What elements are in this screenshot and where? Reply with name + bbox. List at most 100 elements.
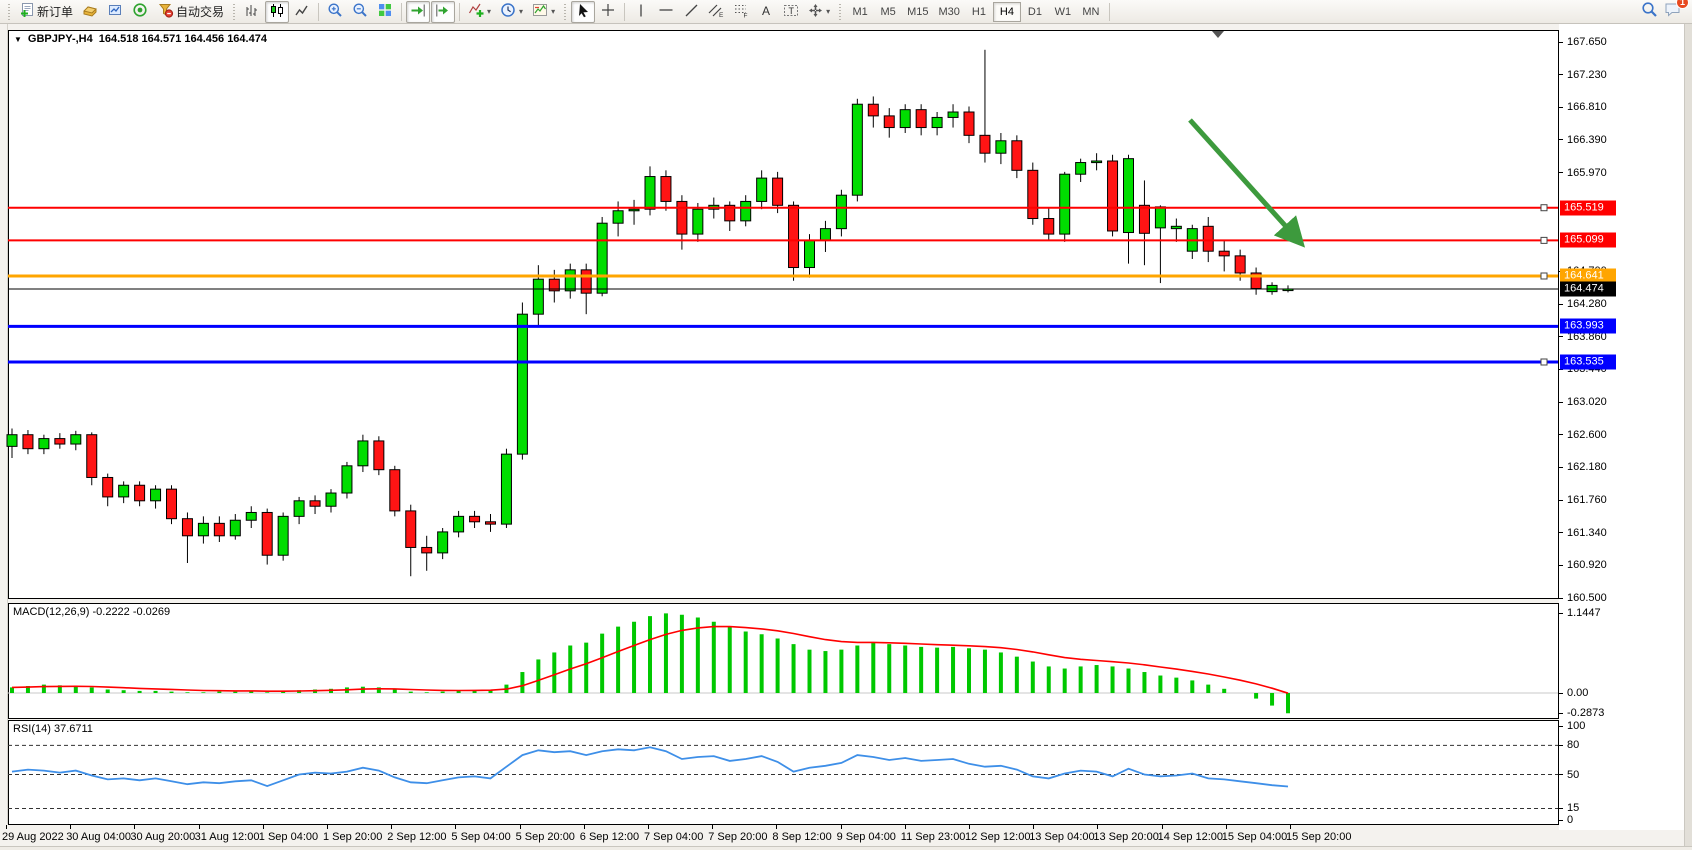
toolbar-grip[interactable] [563,4,567,20]
time-label-15-Sep-04-00: 15 Sep 04:00 [1222,831,1287,843]
new-order-button[interactable]: 新订单 [15,1,77,23]
timeframe-W1[interactable]: W1 [1049,2,1077,22]
axis-tick-mark [1559,745,1563,746]
time-label-31-Aug-12-00: 31 Aug 12:00 [195,831,260,843]
axis-tick-163.020: 163.020 [1567,396,1607,408]
timeframe-M15[interactable]: M15 [902,2,933,22]
horizontal-line-icon [658,4,674,19]
svg-text:F: F [744,13,748,19]
chart-symbol-timeframe: GBPJPY-,H4 [28,33,93,45]
zoom-in-button[interactable] [323,1,347,23]
templates-button[interactable]: ▾ [528,1,559,23]
toolbar-grip[interactable] [838,4,842,20]
arrows-shapes-icon [808,3,823,21]
equidistant-channel-tool-button[interactable]: E [704,1,728,23]
new-order-label: 新订单 [37,3,73,20]
market-watch-button[interactable] [103,1,127,23]
profiles-button[interactable] [78,1,102,23]
vertical-line-tool-button[interactable] [629,1,653,23]
axis-tick-mark [1559,598,1563,599]
auto-scroll-button[interactable] [406,1,430,23]
text-label-tool-button[interactable]: T [779,1,803,23]
profiles-icon [82,2,98,21]
axis-tick-mark [1559,74,1563,75]
crosshair-tool-button[interactable] [596,1,620,23]
timeframe-M30[interactable]: M30 [934,2,965,22]
time-tick-mark [520,825,521,829]
axis-tick-160.500: 160.500 [1567,592,1607,604]
arrows-dropdown-caret[interactable]: ▾ [826,7,830,16]
chart-shift-marker[interactable] [1212,31,1224,38]
axis-tick-mark [1559,42,1563,43]
axis-tick-164.280: 164.280 [1567,298,1607,310]
time-tick-mark [455,825,456,829]
toolbar-grip[interactable] [7,4,11,20]
price-chart-canvas[interactable] [8,30,1559,599]
arrows-tool-button[interactable]: ▾ [804,1,834,23]
cursor-tool-button[interactable] [571,1,595,23]
text-tool-button[interactable]: A [754,1,778,23]
axis-tick-mark [1559,402,1563,403]
market-watch-icon [107,2,123,21]
hline-163.535[interactable] [8,359,1558,365]
auto-trading-button[interactable]: 自动交易 [153,1,228,23]
crosshair-icon [600,2,616,21]
time-label-7-Sep-20-00: 7 Sep 20:00 [708,831,767,843]
timeframe-H1[interactable]: H1 [965,2,993,22]
axis-tick-161.760: 161.760 [1567,494,1607,506]
rsi-chart-canvas[interactable] [8,720,1559,825]
time-label-13-Sep-20-00: 13 Sep 20:00 [1093,831,1158,843]
window-right-edge [1684,24,1692,850]
axis-tick-mark [1559,107,1563,108]
trendline-tool-button[interactable] [679,1,703,23]
time-label-6-Sep-12-00: 6 Sep 12:00 [580,831,639,843]
time-tick-mark [776,825,777,829]
line-chart-button[interactable] [290,1,314,23]
time-tick-mark [1033,825,1034,829]
trend-arrow-annotation[interactable] [1190,120,1300,242]
hline-164.641[interactable] [8,273,1558,279]
horizontal-line-tool-button[interactable] [654,1,678,23]
chart-title-collapse-icon[interactable]: ▼ [14,35,22,44]
axis-tick-rsi-80: 80 [1567,739,1579,751]
hline-165.099[interactable] [8,237,1558,243]
time-tick-mark [6,825,7,829]
indicators-button[interactable]: ▾ [464,1,495,23]
zoom-out-button[interactable] [348,1,372,23]
bar-chart-button[interactable] [240,1,264,23]
navigator-button[interactable] [128,1,152,23]
axis-tick-mark [1559,820,1563,821]
current-price-label: 164.474 [1560,281,1616,296]
timeframe-M1[interactable]: M1 [846,2,874,22]
chart-shift-button[interactable] [431,1,455,23]
timeframe-M5[interactable]: M5 [874,2,902,22]
notifications-button[interactable]: 1 [1664,1,1682,23]
time-tick-mark [712,825,713,829]
periods-dropdown-caret[interactable]: ▾ [519,7,523,16]
search-icon[interactable] [1641,1,1658,23]
notification-badge: 1 [1676,0,1689,9]
macd-chart-canvas[interactable] [8,603,1559,719]
vertical-line-icon [635,3,647,21]
periods-button[interactable]: ▾ [496,1,527,23]
fibonacci-icon: F [733,2,749,21]
tile-windows-button[interactable] [373,1,397,23]
mt4-window: 新订单 自动交易 [0,0,1692,850]
axis-tick-rsi-100: 100 [1567,720,1585,732]
time-tick-mark [584,825,585,829]
timeframe-MN[interactable]: MN [1077,2,1105,22]
toolbar-grip[interactable] [232,4,236,20]
timeframe-H4[interactable]: H4 [993,2,1021,22]
templates-dropdown-caret[interactable]: ▾ [551,7,555,16]
axis-tick-mark [1559,336,1563,337]
axis-tick-mark [1559,467,1563,468]
axis-tick-rsi-0: 0 [1567,814,1573,826]
candlestick-chart-button[interactable] [265,1,289,23]
window-left-edge [0,24,8,824]
fibonacci-tool-button[interactable]: F [729,1,753,23]
timeframe-D1[interactable]: D1 [1021,2,1049,22]
time-label-9-Sep-04-00: 9 Sep 04:00 [837,831,896,843]
time-label-2-Sep-12-00: 2 Sep 12:00 [387,831,446,843]
indicators-dropdown-caret[interactable]: ▾ [487,7,491,16]
chart-shift-icon [435,3,451,21]
